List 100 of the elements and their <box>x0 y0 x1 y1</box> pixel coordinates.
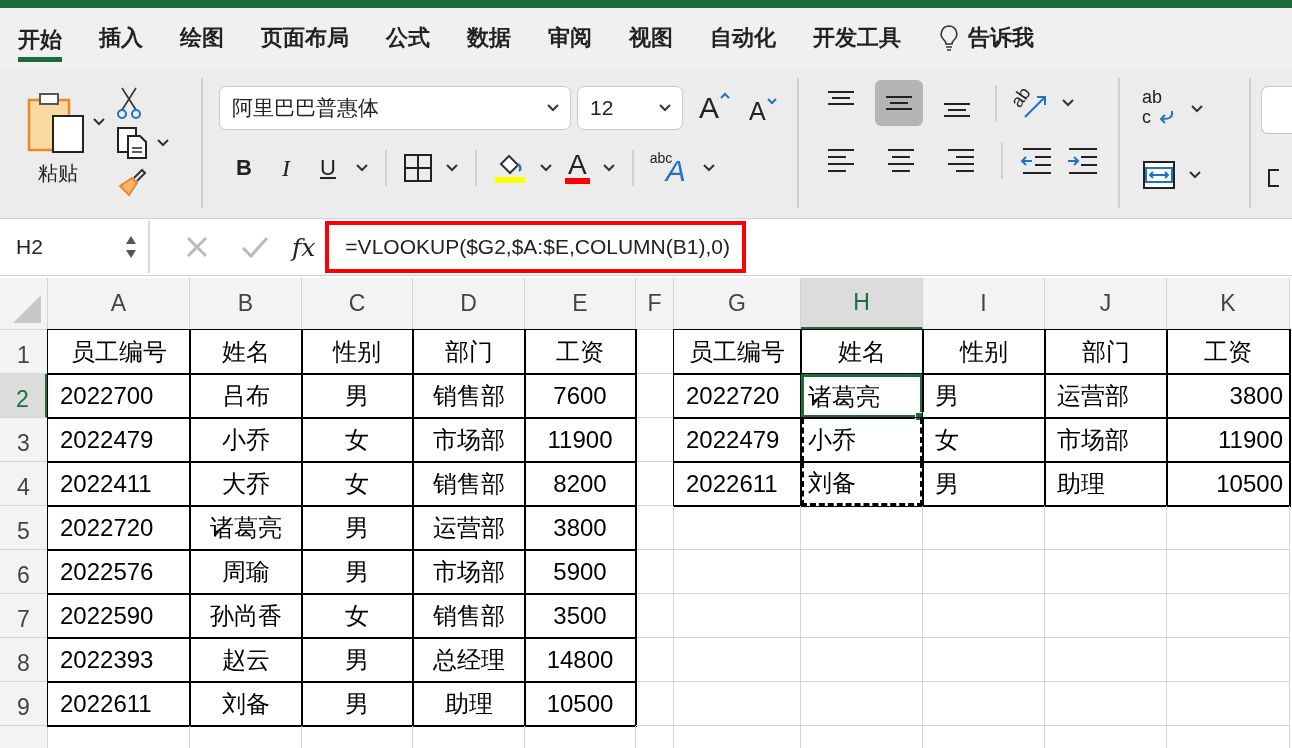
row-header[interactable]: 6 <box>0 550 48 594</box>
caret-icon[interactable] <box>1189 104 1204 114</box>
table-cell: 助理 <box>1045 462 1167 506</box>
column-header[interactable]: J <box>1045 278 1167 330</box>
italic-button[interactable]: I <box>270 154 301 182</box>
table-cell: 7600 <box>525 374 636 418</box>
scissors-icon[interactable] <box>116 86 142 120</box>
column-header[interactable]: D <box>413 278 525 330</box>
ribbon-tab[interactable]: 页面布局 <box>261 8 349 68</box>
name-box[interactable]: H2 <box>0 221 150 273</box>
table-cell: 工资 <box>1167 330 1290 374</box>
increase-font-size-button[interactable]: A <box>698 91 731 125</box>
table-cell: 性别 <box>302 330 413 374</box>
table-cell: 2022720 <box>674 374 801 418</box>
column-header[interactable]: F <box>636 278 674 330</box>
text-orientation-button[interactable]: ab <box>1010 85 1051 121</box>
caret-icon[interactable] <box>354 163 369 173</box>
table-cell: 2022479 <box>674 418 801 462</box>
formula-field[interactable]: =VLOOKUP($G2,$A:$E,COLUMN(B1),0) <box>325 221 746 273</box>
bold-button[interactable]: B <box>228 155 259 181</box>
empty-cell <box>636 550 674 594</box>
row-header[interactable]: 1 <box>0 330 48 374</box>
ribbon-tab[interactable]: 开始 <box>18 24 62 62</box>
table-cell: 运营部 <box>413 506 525 550</box>
column-header[interactable]: K <box>1167 278 1290 330</box>
table-cell: 2022720 <box>48 506 190 550</box>
column-header[interactable]: H <box>801 278 923 330</box>
table-cell: 市场部 <box>413 418 525 462</box>
ribbon-tab[interactable]: 自动化 <box>710 8 776 68</box>
table-cell: 姓名 <box>190 330 302 374</box>
align-middle-button[interactable] <box>874 80 923 126</box>
font-color-button[interactable]: A <box>564 152 590 184</box>
caret-icon[interactable] <box>1060 98 1075 108</box>
table-cell: 销售部 <box>413 594 525 638</box>
font-family-dropdown[interactable]: 阿里巴巴普惠体 <box>218 86 571 130</box>
table-cell: 部门 <box>1045 330 1167 374</box>
empty-cell <box>636 506 674 550</box>
column-header[interactable]: A <box>48 278 190 330</box>
ribbon-tab[interactable]: 视图 <box>629 8 673 68</box>
font-size-dropdown[interactable]: 12 <box>576 86 683 130</box>
table-cell: 2022393 <box>48 638 190 682</box>
caret-icon[interactable] <box>538 163 553 173</box>
column-header[interactable]: G <box>674 278 801 330</box>
column-header[interactable]: B <box>190 278 302 330</box>
table-cell: 11900 <box>525 418 636 462</box>
table-cell: 5900 <box>525 550 636 594</box>
row-header[interactable]: 8 <box>0 638 48 682</box>
row-header[interactable]: 7 <box>0 594 48 638</box>
table-cell: 3500 <box>525 594 636 638</box>
checkmark-icon[interactable] <box>240 234 270 260</box>
row-header[interactable]: 4 <box>0 462 48 506</box>
caret-icon[interactable] <box>444 163 459 173</box>
row-header[interactable]: 3 <box>0 418 48 462</box>
table-cell: 刘备 <box>190 682 302 726</box>
caret-icon[interactable] <box>1187 170 1202 180</box>
empty-cell <box>636 594 674 638</box>
decrease-indent-icon[interactable] <box>1018 146 1053 176</box>
format-painter-brush-icon[interactable] <box>116 166 148 198</box>
table-cell: 诸葛亮 <box>801 374 923 418</box>
table-cell: 市场部 <box>413 550 525 594</box>
row-header[interactable]: 2 <box>0 374 48 418</box>
ribbon-tab[interactable]: 插入 <box>99 8 143 68</box>
decrease-font-size-button[interactable]: A <box>749 90 778 126</box>
ribbon-tab[interactable]: 审阅 <box>548 8 592 68</box>
table-cell: 女 <box>302 418 413 462</box>
caret-icon[interactable] <box>701 163 716 173</box>
fill-bucket-icon[interactable] <box>492 152 527 184</box>
tell-me-search[interactable]: 告诉我 <box>938 8 1034 68</box>
table-cell: 2022590 <box>48 594 190 638</box>
column-header[interactable]: I <box>923 278 1045 330</box>
ribbon-tab[interactable]: 数据 <box>467 8 511 68</box>
return-arrow-icon <box>1157 110 1174 124</box>
table-cell: 2022576 <box>48 550 190 594</box>
tell-me-label[interactable]: 告诉我 <box>968 23 1034 53</box>
table-cell: 运营部 <box>1045 374 1167 418</box>
row-header[interactable]: 9 <box>0 682 48 726</box>
table-cell: 大乔 <box>190 462 302 506</box>
row-header[interactable]: 5 <box>0 506 48 550</box>
wrap-text-button[interactable]: ab c <box>1141 88 1180 130</box>
table-cell: 销售部 <box>413 374 525 418</box>
caret-icon[interactable] <box>601 163 616 173</box>
ribbon-tab[interactable]: 公式 <box>386 8 430 68</box>
caret-icon[interactable] <box>92 117 106 127</box>
caret-icon <box>657 103 672 113</box>
borders-grid-icon[interactable] <box>402 153 433 183</box>
ribbon-tab[interactable]: 开发工具 <box>813 8 901 68</box>
paste-label[interactable]: 粘贴 <box>38 160 78 187</box>
copy-icon[interactable] <box>116 126 150 160</box>
fill-handle[interactable] <box>915 412 924 421</box>
caret-icon[interactable] <box>156 138 170 148</box>
merge-cells-icon[interactable] <box>1141 160 1176 190</box>
table-cell: 3800 <box>525 506 636 550</box>
ribbon-tab[interactable]: 绘图 <box>180 8 224 68</box>
up-caret-icon <box>719 91 731 99</box>
column-header[interactable]: E <box>525 278 636 330</box>
insert-function-button[interactable]: fx <box>292 232 316 262</box>
table-cell: 男 <box>302 638 413 682</box>
empty-cell <box>636 638 674 682</box>
column-header[interactable]: C <box>302 278 413 330</box>
underline-button[interactable]: U <box>312 155 343 181</box>
